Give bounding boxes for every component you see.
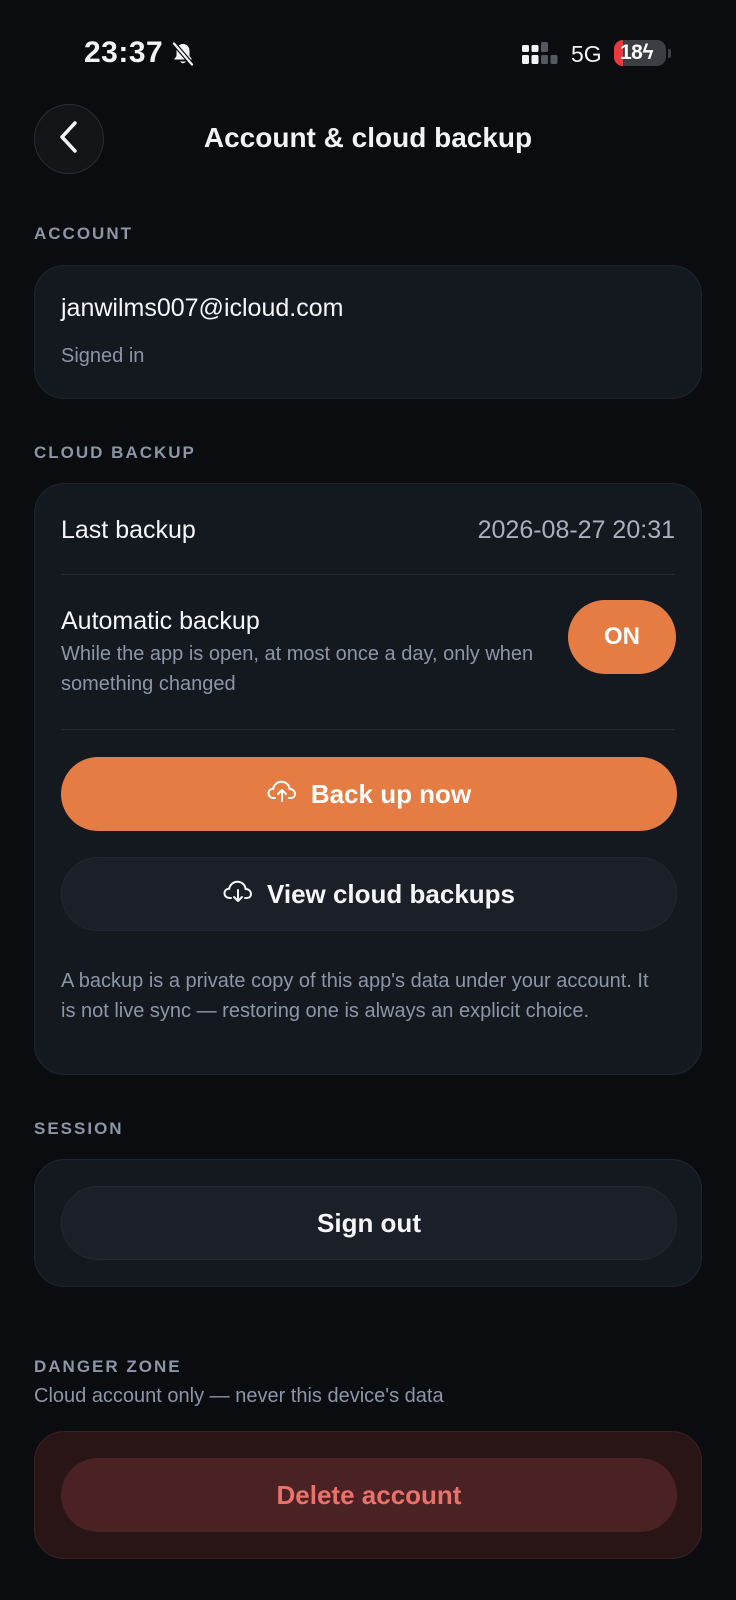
back-up-now-button[interactable]: Back up now [61, 757, 677, 831]
automatic-backup-label: Automatic backup [61, 607, 260, 635]
section-label-account: ACCOUNT [34, 224, 133, 243]
account-status: Signed in [61, 345, 145, 367]
bell-slash-icon [172, 42, 194, 71]
automatic-backup-toggle[interactable]: ON [568, 600, 676, 674]
account-card: janwilms007@icloud.com Signed in [34, 265, 702, 399]
signal-icon [522, 42, 558, 71]
cloud-backup-card: Last backup 2026-08-27 20:31 Automatic b… [34, 483, 702, 1075]
backup-info-note: A backup is a private copy of this app's… [61, 970, 649, 1022]
network-label: 5G [571, 41, 602, 67]
automatic-backup-description: While the app is open, at most once a da… [61, 643, 534, 695]
account-email: janwilms007@icloud.com [61, 294, 344, 322]
delete-account-button[interactable]: Delete account [61, 1458, 677, 1532]
status-bar: 23:37 5G 18ϟ [0, 0, 736, 110]
view-cloud-backups-label: View cloud backups [266, 878, 516, 909]
page-title: Account & cloud backup [203, 122, 533, 153]
sign-out-button[interactable]: Sign out [61, 1186, 677, 1260]
section-label-cloud-backup: CLOUD BACKUP [34, 443, 196, 462]
battery-charging-icon: 18ϟ [614, 40, 666, 66]
last-backup-value: 2026-08-27 20:31 [477, 516, 675, 544]
section-label-danger-zone: DANGER ZONE [34, 1357, 182, 1376]
status-time: 23:37 [84, 36, 164, 69]
battery-tip [668, 49, 671, 58]
cloud-upload-icon [267, 779, 297, 810]
divider [61, 574, 675, 575]
last-backup-label: Last backup [61, 516, 196, 544]
battery-percent: 18ϟ [620, 41, 653, 64]
back-button[interactable] [34, 104, 104, 174]
section-label-session: SESSION [34, 1119, 124, 1138]
danger-zone-card: Delete account [34, 1431, 702, 1559]
danger-zone-subtitle: Cloud account only — never this device's… [34, 1385, 444, 1407]
divider [61, 729, 675, 730]
back-up-now-label: Back up now [310, 778, 472, 809]
cloud-download-icon [223, 879, 253, 910]
session-card: Sign out [34, 1159, 702, 1287]
view-cloud-backups-button[interactable]: View cloud backups [61, 857, 677, 931]
chevron-left-icon [57, 120, 81, 159]
